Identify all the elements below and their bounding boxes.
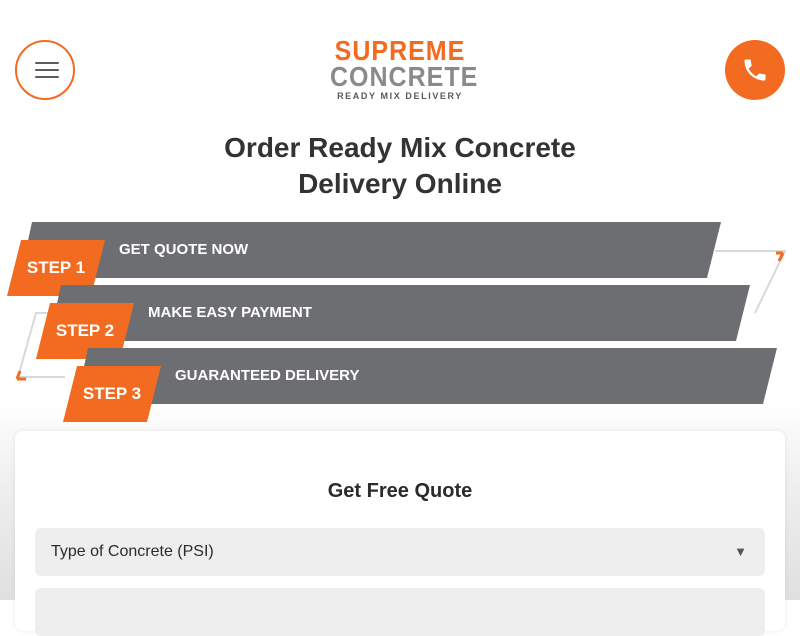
phone-icon — [744, 59, 766, 81]
logo-tagline: READY MIX DELIVERY — [337, 91, 463, 101]
step-1-text: GET QUOTE NOW — [119, 241, 249, 258]
menu-button[interactable] — [15, 40, 75, 100]
concrete-type-select-value: Type of Concrete (PSI) — [51, 543, 214, 560]
hamburger-icon-bar — [35, 69, 59, 71]
logo-line-2: CONCRETE — [330, 61, 479, 93]
step-3-text: GUARANTEED DELIVERY — [175, 367, 360, 384]
step-3-badge: STEP 3 — [63, 366, 161, 422]
logo[interactable]: SUPREME CONCRETE READY MIX DELIVERY — [330, 37, 479, 102]
quote-card-title: Get Free Quote — [327, 480, 473, 502]
call-button[interactable] — [725, 40, 785, 100]
step-2-text: MAKE EASY PAYMENT — [148, 304, 312, 321]
next-form-field[interactable] — [35, 588, 765, 636]
page-title-line-1: Order Ready Mix Concrete — [224, 132, 576, 163]
hamburger-icon-bar — [35, 62, 59, 64]
hamburger-icon-bar — [35, 76, 59, 78]
page-title-line-2: Delivery Online — [298, 168, 502, 199]
page-title: Order Ready Mix Concrete Delivery Online — [0, 130, 800, 202]
concrete-type-select[interactable]: Type of Concrete (PSI) ▼ — [35, 528, 765, 576]
dropdown-arrow-icon: ▼ — [734, 544, 747, 559]
